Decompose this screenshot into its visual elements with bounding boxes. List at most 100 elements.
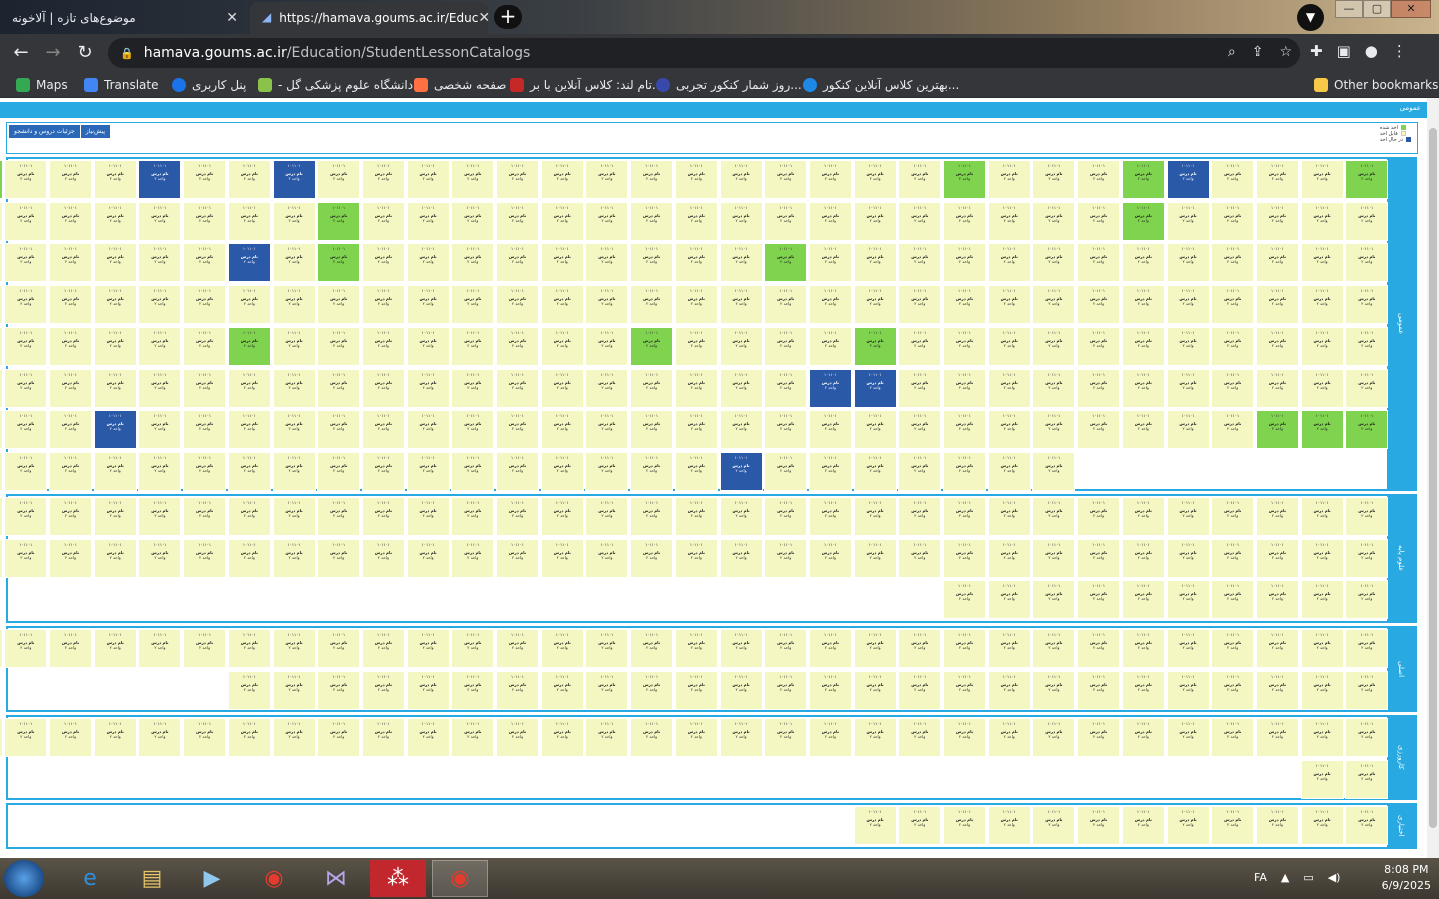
- course-card[interactable]: ۱۰۱۱۰۱نام درس۲ واحد: [1300, 326, 1344, 366]
- course-card[interactable]: ۱۰۱۱۰۱نام درس۲ واحد: [93, 538, 137, 578]
- course-card[interactable]: ۱۰۱۱۰۱نام درس۲ واحد: [987, 538, 1031, 578]
- share-icon[interactable]: ⇪: [1252, 44, 1264, 60]
- course-card[interactable]: ۱۰۱۱۰۱نام درس۲ واحد: [1032, 670, 1076, 710]
- course-card[interactable]: ۱۰۱۱۰۱نام درس۲ واحد: [1255, 497, 1299, 536]
- course-card[interactable]: ۱۰۱۱۰۱نام درس۲ واحد: [0, 201, 3, 241]
- course-card[interactable]: ۱۰۱۱۰۱نام درس۲ واحد: [0, 629, 3, 668]
- course-card[interactable]: ۱۰۱۱۰۱نام درس۲ واحد: [719, 629, 763, 668]
- ie-icon[interactable]: e: [62, 860, 118, 897]
- course-card[interactable]: ۱۰۱۱۰۱نام درس۲ واحد: [987, 497, 1031, 536]
- course-card[interactable]: ۱۰۱۱۰۱نام درس۲ واحد: [719, 160, 763, 199]
- course-card[interactable]: ۱۰۱۱۰۱نام درس۲ واحد: [361, 160, 405, 199]
- course-card[interactable]: ۱۰۱۱۰۱نام درس۲ واحد: [227, 497, 271, 536]
- course-card[interactable]: ۱۰۱۱۰۱نام درس۲ واحد: [317, 368, 361, 408]
- course-card[interactable]: ۱۰۱۱۰۱نام درس۲ واحد: [898, 201, 942, 241]
- course-card[interactable]: ۱۰۱۱۰۱نام درس۲ واحد: [674, 629, 718, 668]
- course-card[interactable]: ۱۰۱۱۰۱نام درس۲ واحد: [719, 243, 763, 283]
- course-card[interactable]: ۱۰۱۱۰۱نام درس۲ واحد: [0, 160, 3, 199]
- course-card[interactable]: ۱۰۱۱۰۱نام درس۲ واحد: [943, 670, 986, 710]
- course-card[interactable]: ۱۰۱۱۰۱نام درس۲ واحد: [0, 718, 3, 757]
- course-card[interactable]: ۱۰۱۱۰۱نام درس۲ واحد: [987, 410, 1031, 450]
- course-card[interactable]: ۱۰۱۱۰۱نام درس۲ واحد: [496, 326, 539, 366]
- course-card[interactable]: ۱۰۱۱۰۱نام درس۲ واحد: [1211, 538, 1255, 578]
- course-card[interactable]: ۱۰۱۱۰۱نام درس۲ واحد: [630, 243, 674, 283]
- course-card[interactable]: ۱۰۱۱۰۱نام درس۲ واحد: [1077, 326, 1121, 366]
- course-card[interactable]: ۱۰۱۱۰۱نام درس۲ واحد: [1255, 160, 1299, 199]
- course-card[interactable]: ۱۰۱۱۰۱نام درس۲ واحد: [361, 326, 405, 366]
- course-card[interactable]: ۱۰۱۱۰۱نام درس۲ واحد: [853, 451, 897, 491]
- course-card[interactable]: ۱۰۱۱۰۱نام درس۲ واحد: [808, 243, 852, 283]
- course-card[interactable]: ۱۰۱۱۰۱نام درس۲ واحد: [853, 806, 897, 845]
- bookmark-best-class[interactable]: بهترین کلاس آنلاین کنکور...: [803, 76, 959, 94]
- course-card[interactable]: ۱۰۱۱۰۱نام درس۲ واحد: [4, 538, 48, 578]
- course-card[interactable]: ۱۰۱۱۰۱نام درس۲ واحد: [898, 718, 942, 757]
- start-button[interactable]: [4, 860, 44, 897]
- course-card[interactable]: ۱۰۱۱۰۱نام درس۲ واحد: [406, 718, 450, 757]
- course-card[interactable]: ۱۰۱۱۰۱نام درس۲ واحد: [764, 201, 808, 241]
- course-card[interactable]: ۱۰۱۱۰۱نام درس۲ واحد: [227, 670, 271, 710]
- course-card[interactable]: ۱۰۱۱۰۱نام درس۲ واحد: [1255, 806, 1299, 845]
- course-card[interactable]: ۱۰۱۱۰۱نام درس۲ واحد: [943, 243, 986, 283]
- course-card[interactable]: ۱۰۱۱۰۱نام درس۲ واحد: [1032, 580, 1076, 620]
- course-card[interactable]: ۱۰۱۱۰۱نام درس۲ واحد: [630, 497, 674, 536]
- course-card[interactable]: ۱۰۱۱۰۱نام درس۲ واحد: [585, 538, 629, 578]
- bookmark-maps[interactable]: Maps: [16, 76, 68, 94]
- course-card[interactable]: ۱۰۱۱۰۱نام درس۲ واحد: [1121, 285, 1165, 325]
- course-card[interactable]: ۱۰۱۱۰۱نام درس۲ واحد: [138, 243, 182, 283]
- course-card[interactable]: ۱۰۱۱۰۱نام درس۲ واحد: [138, 285, 182, 325]
- course-card[interactable]: ۱۰۱۱۰۱نام درس۲ واحد: [987, 670, 1031, 710]
- course-card[interactable]: ۱۰۱۱۰۱نام درس۲ واحد: [853, 718, 897, 757]
- course-card[interactable]: ۱۰۱۱۰۱نام درس۲ واحد: [1166, 201, 1210, 241]
- course-card[interactable]: ۱۰۱۱۰۱نام درس۲ واحد: [540, 670, 584, 710]
- course-card[interactable]: ۱۰۱۱۰۱نام درس۲ واحد: [540, 451, 584, 491]
- course-card[interactable]: ۱۰۱۱۰۱نام درس۲ واحد: [943, 368, 986, 408]
- course-card[interactable]: ۱۰۱۱۰۱نام درس۲ واحد: [4, 718, 48, 757]
- course-card[interactable]: ۱۰۱۱۰۱نام درس۲ واحد: [1300, 670, 1344, 710]
- course-card[interactable]: ۱۰۱۱۰۱نام درس۲ واحد: [4, 410, 48, 450]
- course-card[interactable]: ۱۰۱۱۰۱نام درس۲ واحد: [853, 243, 897, 283]
- course-card[interactable]: ۱۰۱۱۰۱نام درس۲ واحد: [183, 451, 227, 491]
- course-card[interactable]: ۱۰۱۱۰۱نام درس۲ واحد: [93, 497, 137, 536]
- course-card[interactable]: ۱۰۱۱۰۱نام درس۲ واحد: [317, 243, 361, 283]
- course-card[interactable]: ۱۰۱۱۰۱نام درس۲ واحد: [898, 160, 942, 199]
- course-card[interactable]: ۱۰۱۱۰۱نام درس۲ واحد: [272, 243, 316, 283]
- course-card[interactable]: ۱۰۱۱۰۱نام درس۲ واحد: [853, 201, 897, 241]
- course-card[interactable]: ۱۰۱۱۰۱نام درس۲ واحد: [943, 410, 986, 450]
- course-card[interactable]: ۱۰۱۱۰۱نام درس۲ واحد: [361, 368, 405, 408]
- course-card[interactable]: ۱۰۱۱۰۱نام درس۲ واحد: [1211, 718, 1255, 757]
- course-card[interactable]: ۱۰۱۱۰۱نام درس۲ واحد: [1121, 160, 1165, 199]
- course-card[interactable]: ۱۰۱۱۰۱نام درس۲ واحد: [1255, 538, 1299, 578]
- course-card[interactable]: ۱۰۱۱۰۱نام درس۲ واحد: [987, 806, 1031, 845]
- course-card[interactable]: ۱۰۱۱۰۱نام درس۲ واحد: [361, 285, 405, 325]
- course-card[interactable]: ۱۰۱۱۰۱نام درس۲ واحد: [898, 629, 942, 668]
- course-card[interactable]: ۱۰۱۱۰۱نام درس۲ واحد: [943, 451, 986, 491]
- course-card[interactable]: ۱۰۱۱۰۱نام درس۲ واحد: [183, 629, 227, 668]
- course-card[interactable]: ۱۰۱۱۰۱نام درس۲ واحد: [406, 326, 450, 366]
- course-card[interactable]: ۱۰۱۱۰۱نام درس۲ واحد: [272, 718, 316, 757]
- course-card[interactable]: ۱۰۱۱۰۱نام درس۲ واحد: [93, 285, 137, 325]
- prerequisite-button[interactable]: پیش‌نیاز: [80, 125, 112, 138]
- course-card[interactable]: ۱۰۱۱۰۱نام درس۲ واحد: [1300, 538, 1344, 578]
- course-card[interactable]: ۱۰۱۱۰۱نام درس۲ واحد: [943, 201, 986, 241]
- course-card[interactable]: ۱۰۱۱۰۱نام درس۲ واحد: [1345, 285, 1389, 325]
- course-card[interactable]: ۱۰۱۱۰۱نام درس۲ واحد: [1345, 160, 1389, 199]
- course-card[interactable]: ۱۰۱۱۰۱نام درس۲ واحد: [898, 326, 942, 366]
- course-card[interactable]: ۱۰۱۱۰۱نام درس۲ واحد: [496, 497, 539, 536]
- course-card[interactable]: ۱۰۱۱۰۱نام درس۲ واحد: [898, 368, 942, 408]
- course-card[interactable]: ۱۰۱۱۰۱نام درس۲ واحد: [674, 201, 718, 241]
- lock-icon[interactable]: 🔒: [120, 47, 134, 60]
- course-card[interactable]: ۱۰۱۱۰۱نام درس۲ واحد: [674, 670, 718, 710]
- course-card[interactable]: ۱۰۱۱۰۱نام درس۲ واحد: [943, 285, 986, 325]
- course-card[interactable]: ۱۰۱۱۰۱نام درس۲ واحد: [138, 538, 182, 578]
- course-card[interactable]: ۱۰۱۱۰۱نام درس۲ واحد: [93, 629, 137, 668]
- course-card[interactable]: ۱۰۱۱۰۱نام درس۲ واحد: [898, 538, 942, 578]
- course-card[interactable]: ۱۰۱۱۰۱نام درس۲ واحد: [1077, 670, 1121, 710]
- course-card[interactable]: ۱۰۱۱۰۱نام درس۲ واحد: [1077, 285, 1121, 325]
- course-card[interactable]: ۱۰۱۱۰۱نام درس۲ واحد: [93, 718, 137, 757]
- course-card[interactable]: ۱۰۱۱۰۱نام درس۲ واحد: [451, 285, 495, 325]
- course-card[interactable]: ۱۰۱۱۰۱نام درس۲ واحد: [496, 368, 539, 408]
- course-card[interactable]: ۱۰۱۱۰۱نام درس۲ واحد: [674, 326, 718, 366]
- course-card[interactable]: ۱۰۱۱۰۱نام درس۲ واحد: [1077, 160, 1121, 199]
- course-card[interactable]: ۱۰۱۱۰۱نام درس۲ واحد: [1255, 718, 1299, 757]
- course-card[interactable]: ۱۰۱۱۰۱نام درس۲ واحد: [943, 718, 986, 757]
